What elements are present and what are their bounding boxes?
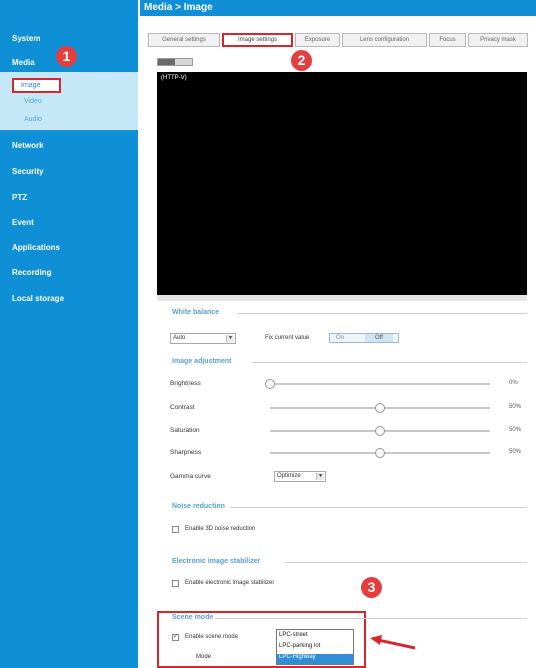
- media-submenu: Image Video Audio: [0, 72, 138, 130]
- white-balance-select[interactable]: Auto ▼: [170, 333, 236, 344]
- noise-reduction-checkbox[interactable]: [172, 526, 179, 533]
- nav-recording[interactable]: Recording: [12, 268, 52, 277]
- fix-current-value-label: Fix current value: [265, 335, 310, 341]
- contrast-label: Contrast: [170, 404, 195, 411]
- sidebar: System Media Image Video Audio Network S…: [0, 0, 138, 668]
- scene-mode-listbox[interactable]: LPC-street LPC-parking lot LPC-Highway: [276, 629, 354, 665]
- nav-media[interactable]: Media: [12, 58, 35, 67]
- toggle-off[interactable]: Off: [365, 334, 393, 342]
- video-viewer: (HTTP-V): [157, 72, 527, 295]
- sharpness-label: Sharpness: [170, 449, 202, 456]
- section-divider: [230, 507, 527, 508]
- section-divider: [252, 362, 527, 363]
- viewer-toggle[interactable]: [157, 58, 193, 66]
- sharpness-slider-thumb[interactable]: [375, 448, 385, 458]
- saturation-label: Saturation: [170, 427, 200, 434]
- chevron-down-icon: ▼: [226, 335, 234, 342]
- gamma-curve-label: Gamma curve: [170, 473, 211, 480]
- submenu-item-image[interactable]: Image: [12, 78, 61, 93]
- brightness-slider[interactable]: [270, 383, 490, 385]
- submenu-item-image-label: Image: [21, 82, 41, 89]
- scene-option-street[interactable]: LPC-street: [279, 632, 308, 638]
- scene-mode-checkbox-label: Enable scene mode: [185, 634, 239, 640]
- fix-value-toggle[interactable]: On Off: [329, 333, 399, 343]
- section-divider: [237, 313, 527, 314]
- toggle-on[interactable]: On: [336, 335, 344, 341]
- tab-lens-configuration[interactable]: Lens configuration: [342, 33, 427, 47]
- tab-image-settings[interactable]: Image settings: [222, 33, 293, 47]
- nav-system[interactable]: System: [12, 34, 40, 43]
- page-title: Media > Image: [140, 0, 536, 16]
- brightness-value: 0%: [509, 380, 518, 386]
- nav-local-storage[interactable]: Local storage: [12, 294, 64, 303]
- noise-reduction-title: Noise reduction: [172, 503, 225, 510]
- noise-reduction-checkbox-label: Enable 3D noise reduction: [185, 526, 256, 532]
- tab-focus[interactable]: Focus: [429, 33, 466, 47]
- stream-label: (HTTP-V): [161, 75, 187, 81]
- nav-applications[interactable]: Applications: [12, 243, 60, 252]
- scene-mode-checkbox[interactable]: ✓: [172, 634, 179, 641]
- nav-ptz[interactable]: PTZ: [12, 193, 27, 202]
- pointer-arrow-icon: [370, 635, 416, 650]
- scene-option-highway[interactable]: LPC-Highway: [277, 654, 353, 664]
- gamma-curve-select-value: Optimize: [277, 473, 301, 479]
- scene-mode-title: Scene mode: [172, 614, 214, 621]
- sharpness-value: 50%: [509, 449, 522, 455]
- chevron-down-icon: ▼: [316, 473, 324, 480]
- step-badge-2: 2: [291, 50, 312, 71]
- contrast-slider-thumb[interactable]: [375, 403, 385, 413]
- stabilizer-checkbox-label: Enable electronic image stabilizer: [185, 580, 275, 586]
- submenu-item-video[interactable]: Video: [24, 98, 42, 105]
- stabilizer-title: Electronic image stabilizer: [172, 558, 261, 565]
- white-balance-select-value: Auto: [173, 335, 186, 341]
- tab-privacy-mask[interactable]: Privacy mask: [468, 33, 528, 47]
- white-balance-title: White balance: [172, 309, 220, 316]
- section-divider: [285, 562, 527, 563]
- image-adjustment-title: Image adjustment: [172, 358, 232, 365]
- section-divider: [215, 618, 527, 619]
- scene-mode-mode-label: Mode: [196, 654, 212, 660]
- nav-security[interactable]: Security: [12, 167, 44, 176]
- nav-event[interactable]: Event: [12, 218, 34, 227]
- saturation-value: 50%: [509, 427, 522, 433]
- gamma-curve-select[interactable]: Optimize ▼: [274, 471, 326, 482]
- scene-option-parking-lot[interactable]: LPC-parking lot: [279, 643, 320, 649]
- viewer-bottom-bar: [157, 295, 527, 301]
- contrast-value: 50%: [509, 404, 522, 410]
- saturation-slider-thumb[interactable]: [375, 426, 385, 436]
- brightness-slider-thumb[interactable]: [265, 379, 275, 389]
- tab-general-settings[interactable]: General settings: [148, 33, 220, 47]
- step-badge-3: 3: [361, 577, 382, 598]
- submenu-item-audio[interactable]: Audio: [24, 116, 42, 123]
- brightness-label: Brightness: [170, 380, 201, 387]
- step-badge-1: 1: [56, 46, 77, 67]
- stabilizer-checkbox[interactable]: [172, 580, 179, 587]
- tab-exposure[interactable]: Exposure: [295, 33, 340, 47]
- tab-bar: General settings Image settings Exposure…: [148, 33, 534, 47]
- nav-network[interactable]: Network: [12, 141, 44, 150]
